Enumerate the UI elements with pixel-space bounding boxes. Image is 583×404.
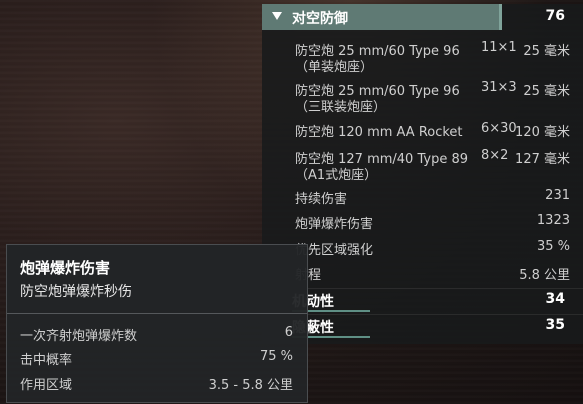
tooltip-divider [7,313,307,314]
tooltip-subtitle: 防空炮弹爆炸秒伤 [20,284,132,300]
section-value: 35 [545,317,565,333]
aa-gun-row[interactable]: 防空炮 127 mm/40 Type 89 8×2 127 毫米 （A1式炮座） [295,148,570,183]
gun-caliber: 127 毫米 [515,152,570,167]
aa-gun-row[interactable]: 防空炮 25 mm/60 Type 96 31×3 25 毫米 （三联装炮座） [295,80,570,115]
gun-mount: （单装炮座） [295,60,374,75]
section-maneuverability[interactable]: 机动性 34 [262,288,583,312]
tooltip-row-label: 击中概率 [20,353,73,368]
aa-defense-title: 对空防御 [292,11,348,27]
gun-mount: （A1式炮座） [295,168,378,183]
stat-row-range[interactable]: 射程 5.8 公里 [295,264,570,283]
aa-defense-header[interactable]: 对空防御 76 [262,4,583,30]
gun-count: 8×2 [481,148,509,163]
gun-name: 防空炮 120 mm AA Rocket [295,125,463,140]
section-value: 34 [545,291,565,307]
stat-row-priority-sector[interactable]: 优先区域强化 35 % [295,239,570,258]
flak-damage-tooltip: 炮弹爆炸伤害 防空炮弹爆炸秒伤 一次齐射炮弹爆炸数 6 击中概率 75 % 作用… [6,244,308,403]
stat-label: 炮弹爆炸伤害 [295,217,374,232]
gun-caliber: 120 毫米 [515,125,570,140]
stat-label: 持续伤害 [295,192,348,207]
tooltip-row-value: 3.5 - 5.8 公里 [208,378,293,393]
tooltip-row-label: 作用区域 [20,378,73,393]
stat-value: 5.8 公里 [519,268,570,283]
stat-row-continuous-damage[interactable]: 持续伤害 231 [295,188,570,207]
tooltip-row-value: 75 % [259,349,293,364]
tooltip-row-label: 一次齐射炮弹爆炸数 [20,329,138,344]
gun-count: 31×3 [481,80,517,95]
aa-gun-row[interactable]: 防空炮 120 mm AA Rocket 6×30 120 毫米 [295,121,570,140]
section-divider [262,314,583,315]
stat-value: 1323 [536,213,570,228]
aa-defense-value: 76 [545,8,565,24]
stat-row-flak-damage[interactable]: 炮弹爆炸伤害 1323 [295,213,570,232]
aa-gun-row[interactable]: 防空炮 25 mm/60 Type 96 11×1 25 毫米 （单装炮座） [295,40,570,75]
stat-value: 231 [545,188,570,203]
gun-count: 11×1 [481,40,517,55]
gun-mount: （三联装炮座） [295,100,387,115]
stat-value: 35 % [536,239,570,254]
section-divider [262,288,583,289]
collapse-arrow-icon[interactable] [272,12,282,20]
tooltip-row-value: 6 [284,325,293,340]
tooltip-title: 炮弹爆炸伤害 [20,259,111,277]
section-concealment[interactable]: 隐蔽性 35 [262,314,583,338]
gun-caliber: 25 毫米 [523,44,570,59]
gun-count: 6×30 [481,121,517,136]
gun-caliber: 25 毫米 [523,84,570,99]
